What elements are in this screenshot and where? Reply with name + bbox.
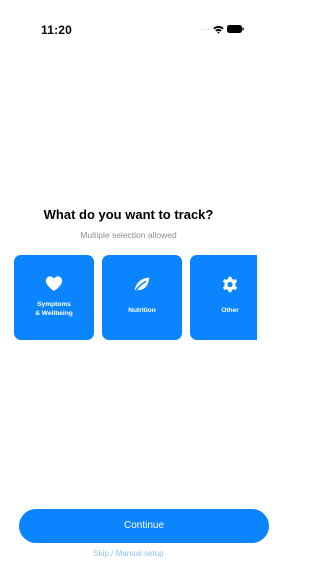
continue-button[interactable]: Continue xyxy=(19,509,269,543)
heart-icon xyxy=(45,276,63,291)
signal-dots: .... xyxy=(200,25,210,32)
status-time: 11:20 xyxy=(41,23,73,37)
page-subtitle: Multiple selection allowed xyxy=(80,230,177,240)
option-card-other[interactable]: Other xyxy=(190,255,257,340)
wifi-icon xyxy=(213,25,224,34)
option-label-nutrition: Nutrition xyxy=(128,307,156,314)
page-title: What do you want to track? xyxy=(43,207,214,222)
option-label-symptoms: Symptoms & Wellbeing xyxy=(35,301,73,317)
battery-icon xyxy=(227,25,244,33)
option-label-other: Other xyxy=(221,307,239,314)
status-bar: 11:20 .... xyxy=(0,0,257,50)
skip-manual-setup-link[interactable]: Skip / Manual setup xyxy=(0,549,257,558)
status-icons: .... xyxy=(200,24,244,34)
option-card-symptoms[interactable]: Symptoms & Wellbeing xyxy=(14,255,94,340)
option-carousel[interactable]: Symptoms & Wellbeing Nutrition Other xyxy=(0,255,257,341)
leaf-icon xyxy=(134,277,150,291)
gear-icon xyxy=(222,276,238,293)
option-card-nutrition[interactable]: Nutrition xyxy=(102,255,182,340)
